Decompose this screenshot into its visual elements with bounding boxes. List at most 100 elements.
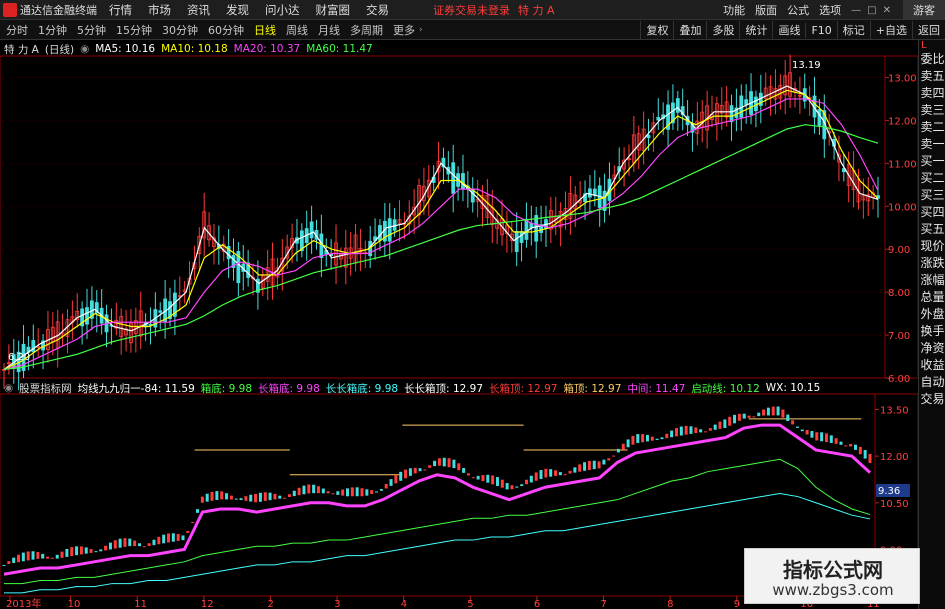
indicator-bar: [157, 536, 161, 545]
indicator-bar: [297, 487, 301, 496]
indicator-bar: [50, 557, 54, 559]
indicator-bar: [79, 546, 83, 555]
period-daily[interactable]: 日线: [254, 22, 276, 38]
sidebar-item[interactable]: 自动: [919, 374, 945, 391]
sidebar-item[interactable]: 收益: [919, 357, 945, 374]
add-watchlist-button[interactable]: +自选: [869, 21, 912, 39]
sidebar-item[interactable]: 卖四: [919, 85, 945, 102]
candle-body: [729, 105, 734, 123]
menu-options[interactable]: 选项: [819, 2, 841, 18]
indicator-bar: [384, 483, 388, 489]
main-axis-label: 13.00: [888, 73, 917, 84]
indicator-bar: [525, 479, 529, 485]
indicator-bar: [868, 453, 872, 463]
period-weekly[interactable]: 周线: [286, 22, 308, 38]
sidebar-item[interactable]: 现价: [919, 238, 945, 255]
indicator-bar: [55, 554, 59, 559]
sidebar-item[interactable]: 净资: [919, 340, 945, 357]
menu-wealth[interactable]: 财富圈: [316, 2, 351, 18]
chevron-right-icon[interactable]: ›: [419, 25, 423, 35]
indicator-bar: [152, 539, 156, 546]
sidebar-item[interactable]: 买二: [919, 170, 945, 187]
sidebar-item[interactable]: 买三: [919, 187, 945, 204]
mark-button[interactable]: 标记: [836, 21, 870, 39]
period-5min[interactable]: 5分钟: [77, 22, 106, 38]
sidebar-item[interactable]: 卖一: [919, 136, 945, 153]
indicator-bar: [665, 433, 669, 439]
indicator-bar: [447, 458, 451, 468]
indicator-bar: [166, 533, 170, 543]
period-60min[interactable]: 60分钟: [208, 22, 244, 38]
indicator-bar: [433, 460, 437, 467]
indicator-bar: [747, 415, 751, 418]
indicator-bar: [486, 474, 490, 483]
indicator-bar: [31, 551, 35, 560]
menu-quotes[interactable]: 行情: [109, 2, 132, 18]
period-multi[interactable]: 多周期: [350, 22, 383, 38]
draw-line-button[interactable]: 画线: [772, 21, 805, 39]
date-label: 12: [201, 599, 214, 609]
sidebar-item[interactable]: 交易: [919, 391, 945, 408]
f10-button[interactable]: F10: [805, 22, 836, 38]
sidebar-item[interactable]: 卖五: [919, 68, 945, 85]
date-label: 9: [734, 599, 740, 609]
sidebar-item[interactable]: 涨跌: [919, 255, 945, 272]
indicator-bar: [399, 471, 403, 481]
indicator-bar: [118, 538, 122, 548]
indicator-bar: [824, 433, 828, 443]
sidebar-item[interactable]: 委比: [919, 51, 945, 68]
rights-button[interactable]: 复权: [640, 21, 673, 39]
period-1min[interactable]: 1分钟: [38, 22, 67, 38]
menu-function[interactable]: 功能: [723, 2, 745, 18]
sidebar-item[interactable]: 买五: [919, 221, 945, 238]
multi-stock-button[interactable]: 多股: [706, 21, 739, 39]
stats-button[interactable]: 统计: [739, 21, 772, 39]
period-timeshare[interactable]: 分时: [6, 22, 28, 38]
menu-formula[interactable]: 公式: [787, 2, 809, 18]
period-monthly[interactable]: 月线: [318, 22, 340, 38]
indicator-bar: [612, 455, 616, 457]
sidebar-item[interactable]: 总量: [919, 289, 945, 306]
overlay-button[interactable]: 叠加: [673, 21, 706, 39]
indicator-bar: [370, 490, 374, 495]
menu-news[interactable]: 资讯: [187, 2, 210, 18]
indicator-bar: [607, 458, 611, 461]
indicator-bar: [858, 446, 862, 455]
sub-indicator-lines: [2, 406, 872, 594]
close-icon[interactable]: ✕: [883, 5, 891, 16]
sidebar-item[interactable]: 买一: [919, 153, 945, 170]
indicator-bar: [718, 421, 722, 429]
login-status[interactable]: 证券交易未登录: [433, 2, 510, 18]
guest-button[interactable]: 游客: [903, 0, 945, 20]
indicator-bar: [345, 488, 349, 497]
indicator-bar: [549, 469, 553, 477]
period-15min[interactable]: 15分钟: [116, 22, 152, 38]
sidebar-item[interactable]: 买四: [919, 204, 945, 221]
indicator-bar: [704, 431, 708, 433]
indicator-bar: [84, 547, 88, 554]
menu-trade[interactable]: 交易: [366, 2, 389, 18]
menu-discover[interactable]: 发现: [226, 2, 249, 18]
indicator-bar: [810, 431, 814, 438]
candle-body: [524, 218, 529, 240]
sidebar-item[interactable]: 卖二: [919, 119, 945, 136]
maximize-icon[interactable]: □: [867, 5, 876, 16]
indicator-bar: [539, 470, 543, 480]
sidebar-item[interactable]: 涨幅: [919, 272, 945, 289]
main-ma-lines: [3, 85, 879, 371]
period-more[interactable]: 更多: [393, 22, 415, 38]
menu-market[interactable]: 市场: [148, 2, 171, 18]
sidebar-item[interactable]: 卖三: [919, 102, 945, 119]
back-button[interactable]: 返回: [912, 21, 945, 39]
date-label: 4: [401, 599, 407, 609]
menu-layout[interactable]: 版面: [755, 2, 777, 18]
sidebar-item[interactable]: 换手: [919, 323, 945, 340]
sidebar-item[interactable]: 外盘: [919, 306, 945, 323]
menu-ask[interactable]: 问小达: [265, 2, 300, 18]
indicator-bar: [786, 414, 790, 422]
kline-chart-area[interactable]: 13.00 12.00 11.00 10.00 9.00 8.00 7.00 6.00 13.…: [0, 40, 918, 609]
indicator-bar: [254, 493, 258, 503]
period-30min[interactable]: 30分钟: [162, 22, 198, 38]
minimize-icon[interactable]: —: [851, 5, 861, 16]
indicator-bar: [355, 487, 359, 497]
